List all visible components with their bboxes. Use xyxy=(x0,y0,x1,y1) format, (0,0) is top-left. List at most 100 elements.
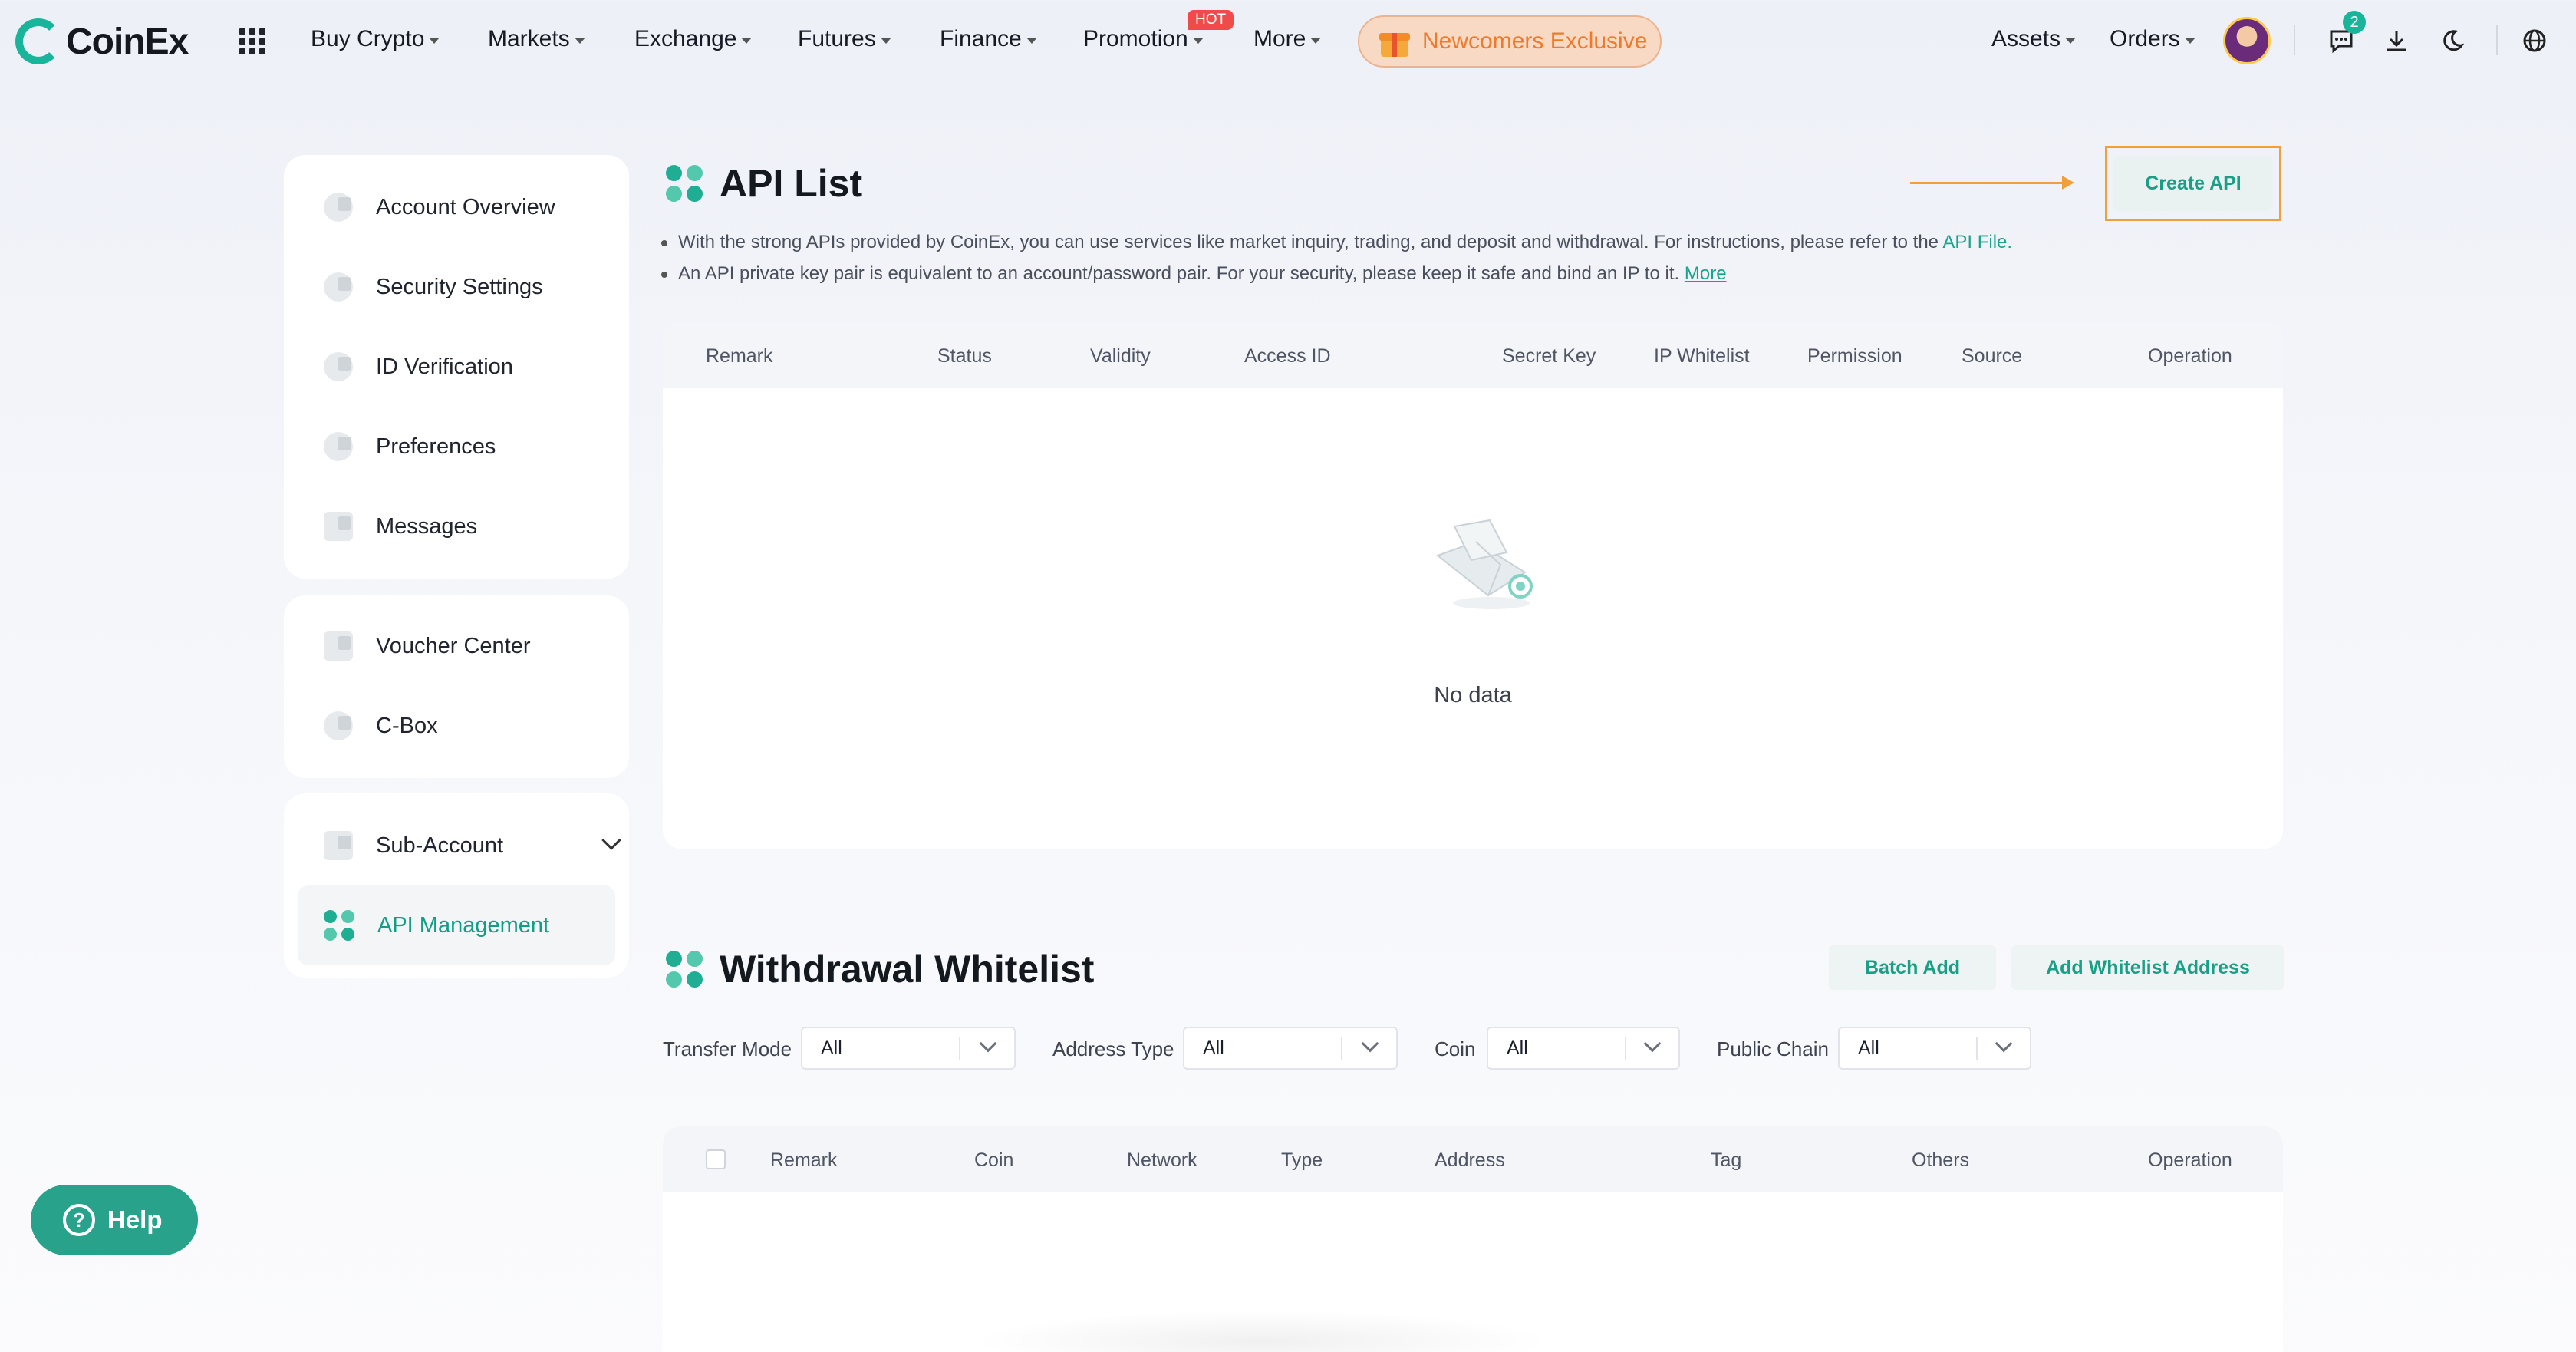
nav-orders[interactable]: Orders xyxy=(2110,26,2196,52)
sidebar-item-label: Messages xyxy=(376,513,478,539)
chevron-down-icon xyxy=(1995,1034,2013,1053)
address-type-select[interactable]: All xyxy=(1183,1027,1398,1070)
divider xyxy=(959,1037,960,1060)
sidebar-item-sub-account[interactable]: Sub-Account xyxy=(324,823,621,869)
nav-assets[interactable]: Assets xyxy=(1991,26,2077,52)
box-icon xyxy=(324,711,353,740)
chevron-down-icon xyxy=(979,1034,997,1053)
chevron-down-icon xyxy=(1643,1034,1662,1053)
add-whitelist-address-button[interactable]: Add Whitelist Address xyxy=(2011,945,2284,990)
logo-text: CoinEx xyxy=(66,21,189,62)
sidebar-item-c-box[interactable]: C-Box xyxy=(324,703,615,749)
column-header: Remark xyxy=(770,1149,838,1171)
coinex-logo-icon xyxy=(15,18,61,64)
caret-down-icon xyxy=(1310,38,1322,44)
nav-finance[interactable]: Finance xyxy=(940,26,1037,52)
sidebar-item-messages[interactable]: Messages xyxy=(324,503,615,549)
column-header: Status xyxy=(937,345,992,367)
page-title: API List xyxy=(720,162,863,205)
nav-promotion[interactable]: Promotion xyxy=(1083,26,1204,52)
section-title: Withdrawal Whitelist xyxy=(720,948,1095,991)
gift-icon xyxy=(1379,26,1410,57)
caret-down-icon xyxy=(574,38,585,44)
help-label: Help xyxy=(107,1205,163,1234)
caret-down-icon xyxy=(1192,38,1204,44)
transfer-mode-select[interactable]: All xyxy=(801,1027,1016,1070)
select-all-checkbox[interactable] xyxy=(706,1149,726,1169)
nav-label: Promotion xyxy=(1083,26,1188,51)
sub-account-icon xyxy=(324,831,353,860)
sidebar-item-voucher-center[interactable]: Voucher Center xyxy=(324,623,615,669)
nav-exchange[interactable]: Exchange xyxy=(634,26,753,52)
more-link[interactable]: More xyxy=(1685,263,1727,284)
api-list-heading: API List xyxy=(666,161,862,206)
nav-buy-crypto[interactable]: Buy Crypto xyxy=(311,26,440,52)
note-text: With the strong APIs provided by CoinEx,… xyxy=(678,232,1939,252)
withdrawal-whitelist-heading: Withdrawal Whitelist xyxy=(666,947,1094,991)
column-header: Tag xyxy=(1711,1149,1742,1171)
sidebar-item-preferences[interactable]: Preferences xyxy=(324,424,615,470)
sidebar-item-label: Voucher Center xyxy=(376,633,531,658)
public-chain-select[interactable]: All xyxy=(1838,1027,2031,1070)
whitelist-table-header: Remark Coin Network Type Address Tag Oth… xyxy=(663,1126,2283,1192)
chevron-down-icon[interactable] xyxy=(601,830,621,850)
caret-down-icon xyxy=(429,38,440,44)
api-file-link[interactable]: API File. xyxy=(1942,232,2012,252)
address-type-label: Address Type xyxy=(1052,1037,1174,1060)
api-info-note-1: With the strong APIs provided by CoinEx,… xyxy=(661,232,2012,253)
batch-add-button[interactable]: Batch Add xyxy=(1829,945,1996,990)
sidebar-api-group: Sub-Account API Management xyxy=(284,793,629,978)
sidebar-item-api-management[interactable]: API Management xyxy=(298,885,615,965)
api-info-note-2: An API private key pair is equivalent to… xyxy=(661,263,1727,285)
nav-label: Orders xyxy=(2110,26,2180,51)
nav-futures[interactable]: Futures xyxy=(798,26,891,52)
note-text: An API private key pair is equivalent to… xyxy=(678,263,1680,284)
coinex-logo[interactable]: CoinEx xyxy=(15,18,189,64)
arrow-right-annotation xyxy=(1910,176,2074,190)
sidebar-item-label: Security Settings xyxy=(376,274,543,299)
sidebar-item-label: Preferences xyxy=(376,434,496,459)
chevron-down-icon xyxy=(1361,1034,1379,1053)
create-api-button[interactable]: Create API xyxy=(2113,156,2273,211)
nav-label: More xyxy=(1253,26,1306,51)
api-table-header: Remark Status Validity Access ID Secret … xyxy=(663,322,2283,388)
column-header: Address xyxy=(1435,1149,1505,1171)
api-clover-icon xyxy=(666,165,703,202)
nav-label: Finance xyxy=(940,26,1022,51)
caret-down-icon xyxy=(880,38,891,44)
column-header: Permission xyxy=(1807,345,1902,367)
sidebar-item-id-verification[interactable]: ID Verification xyxy=(324,344,615,390)
caret-down-icon xyxy=(741,38,753,44)
column-header: Operation xyxy=(2148,1149,2232,1171)
nav-markets[interactable]: Markets xyxy=(488,26,585,52)
create-api-highlight: Create API xyxy=(2105,146,2281,221)
dark-mode-moon-icon[interactable] xyxy=(2438,28,2466,55)
user-avatar[interactable] xyxy=(2223,17,2271,64)
help-button[interactable]: ? Help xyxy=(31,1185,198,1255)
download-icon[interactable] xyxy=(2383,28,2410,55)
sidebar-account-group: Account Overview Security Settings ID Ve… xyxy=(284,155,629,579)
nav-more[interactable]: More xyxy=(1253,26,1322,52)
newcomers-exclusive-button[interactable]: Newcomers Exclusive xyxy=(1358,15,1662,68)
sidebar-item-account-overview[interactable]: Account Overview xyxy=(324,184,615,230)
globe-language-icon[interactable] xyxy=(2521,28,2548,55)
select-value: All xyxy=(1203,1037,1224,1059)
select-value: All xyxy=(1507,1037,1528,1059)
column-header: Remark xyxy=(706,345,773,367)
public-chain-label: Public Chain xyxy=(1717,1037,1829,1060)
question-icon: ? xyxy=(63,1204,95,1236)
column-header: Secret Key xyxy=(1502,345,1596,367)
apps-grid-icon[interactable] xyxy=(239,28,265,54)
column-header: Type xyxy=(1281,1149,1323,1171)
column-header: Operation xyxy=(2148,345,2232,367)
sidebar-item-security-settings[interactable]: Security Settings xyxy=(324,264,615,310)
api-table: Remark Status Validity Access ID Secret … xyxy=(663,322,2283,849)
id-card-icon xyxy=(324,352,353,381)
sidebar-item-label: Sub-Account xyxy=(376,833,504,858)
api-clover-icon xyxy=(324,910,354,941)
empty-state-shadow xyxy=(970,1311,1553,1352)
shield-icon xyxy=(324,272,353,302)
coin-select[interactable]: All xyxy=(1487,1027,1680,1070)
select-value: All xyxy=(1858,1037,1879,1059)
message-count-badge: 2 xyxy=(2343,11,2366,34)
